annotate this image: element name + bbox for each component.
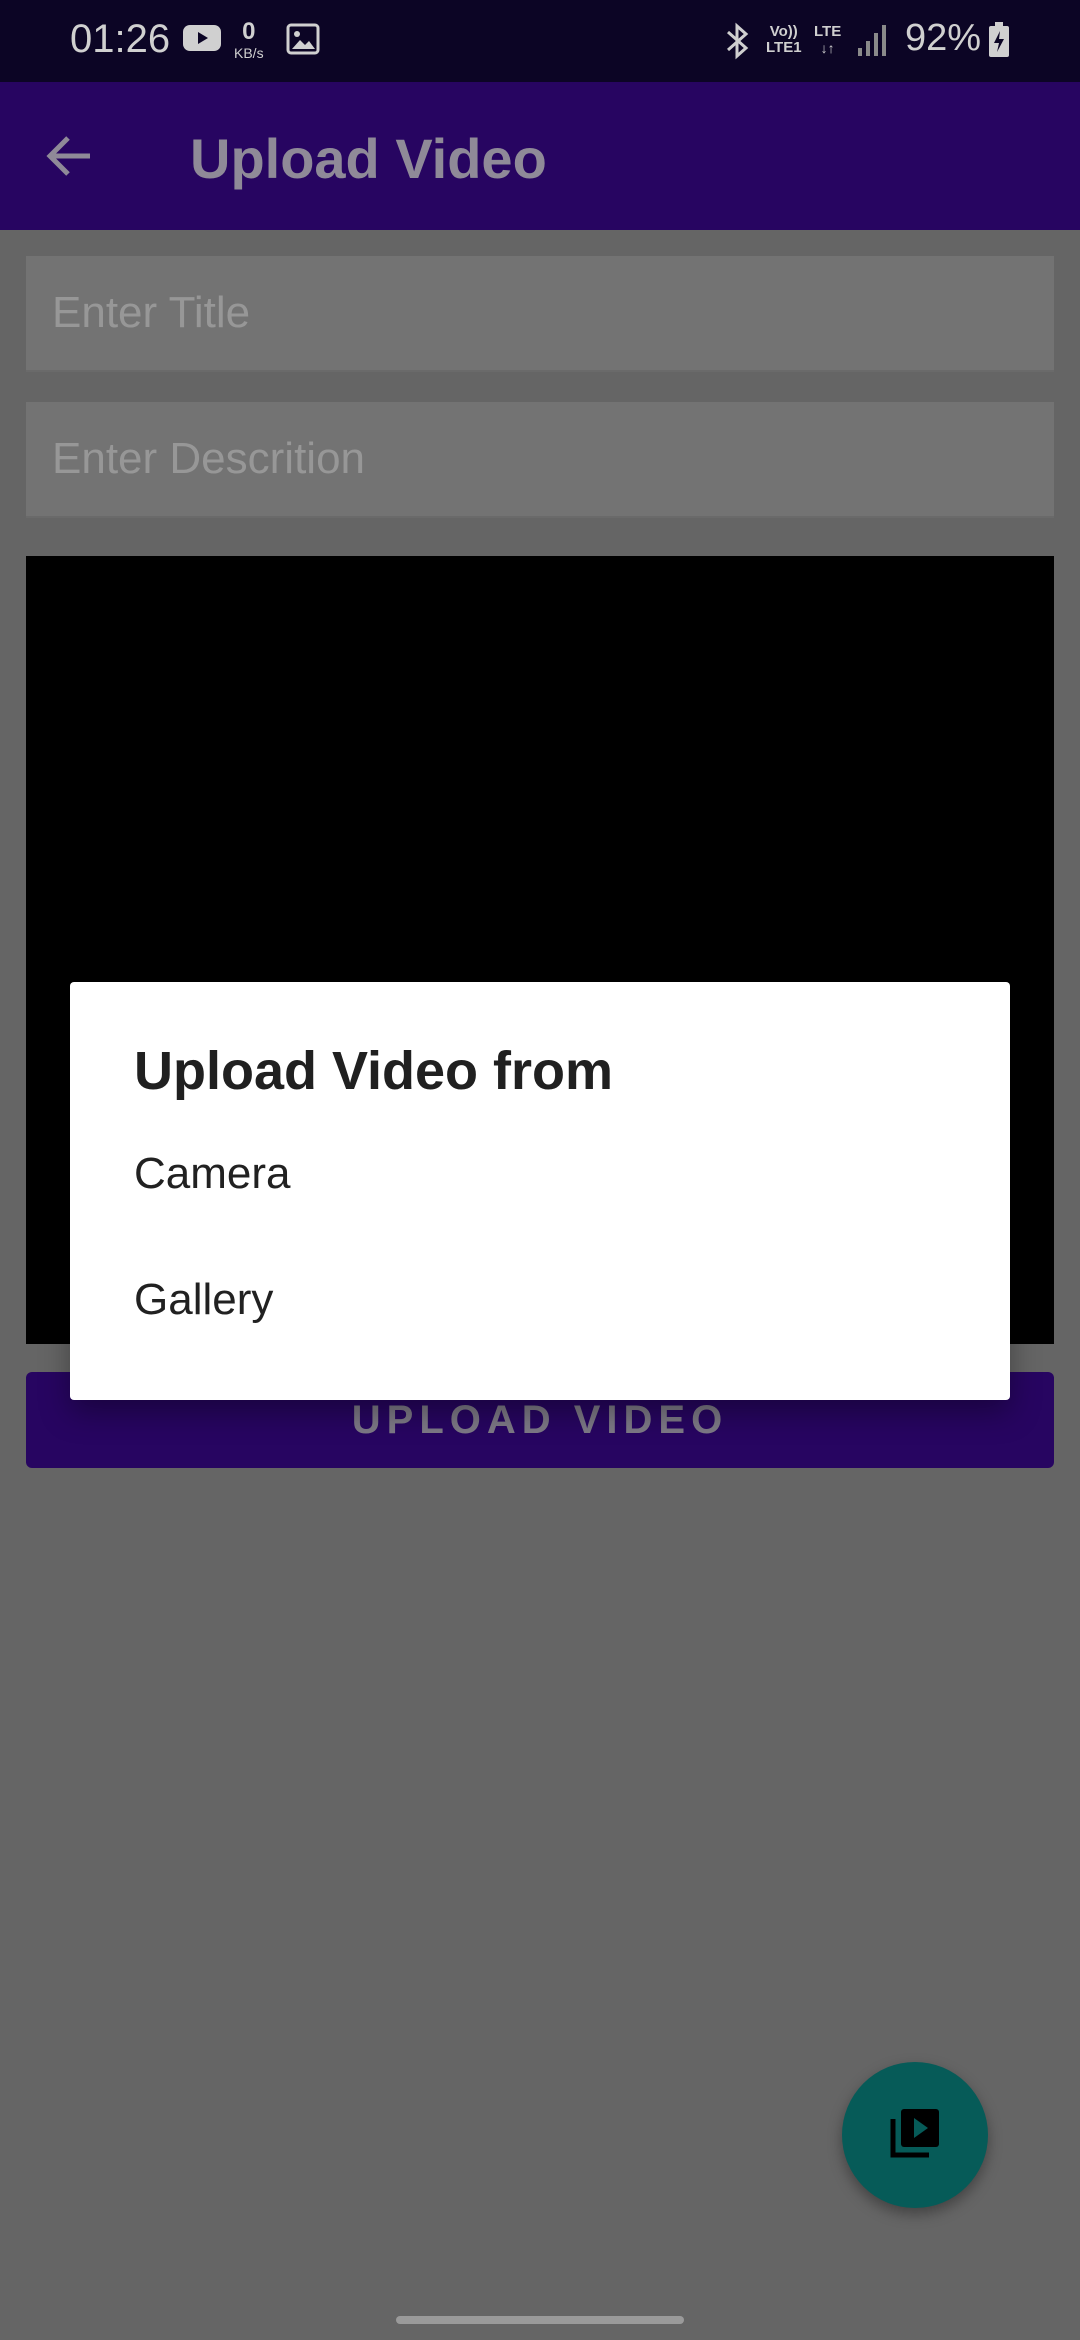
data-rate: 0 KB/s xyxy=(234,18,264,61)
option-gallery[interactable]: Gallery xyxy=(70,1240,1010,1360)
dialog-title: Upload Video from xyxy=(134,1041,614,1101)
status-bar: 01:26 0 KB/s Vo)) LTE1 LTE ↓↑ 92% xyxy=(0,0,1080,82)
youtube-icon xyxy=(182,22,222,59)
battery-charging-icon xyxy=(988,22,1010,63)
volte-indicator: Vo)) LTE1 xyxy=(766,24,802,56)
video-library-icon xyxy=(885,2103,945,2168)
title-input[interactable] xyxy=(26,256,1054,370)
lte-label: LTE xyxy=(814,23,842,40)
status-time: 01:26 xyxy=(70,17,171,61)
gesture-nav-handle[interactable] xyxy=(396,2316,684,2324)
pick-video-fab[interactable] xyxy=(842,2062,988,2208)
description-field-container xyxy=(26,402,1054,518)
upload-source-dialog: Upload Video from Camera Gallery xyxy=(70,982,1010,1400)
page-title: Upload Video xyxy=(190,127,547,190)
bluetooth-icon xyxy=(722,22,752,65)
title-field-container xyxy=(26,256,1054,372)
volte-top: Vo)) xyxy=(769,23,798,40)
data-rate-unit: KB/s xyxy=(234,45,264,61)
arrow-back-icon[interactable] xyxy=(42,128,98,189)
volte-bottom: LTE1 xyxy=(766,39,802,56)
battery-percent: 92% xyxy=(905,17,982,59)
description-input[interactable] xyxy=(26,402,1054,516)
lte-indicator: LTE ↓↑ xyxy=(814,23,842,57)
image-icon xyxy=(286,22,320,61)
option-camera[interactable]: Camera xyxy=(70,1114,1010,1234)
app-bar: Upload Video xyxy=(0,82,1080,230)
data-rate-value: 0 xyxy=(242,18,256,45)
signal-icon xyxy=(856,22,888,63)
